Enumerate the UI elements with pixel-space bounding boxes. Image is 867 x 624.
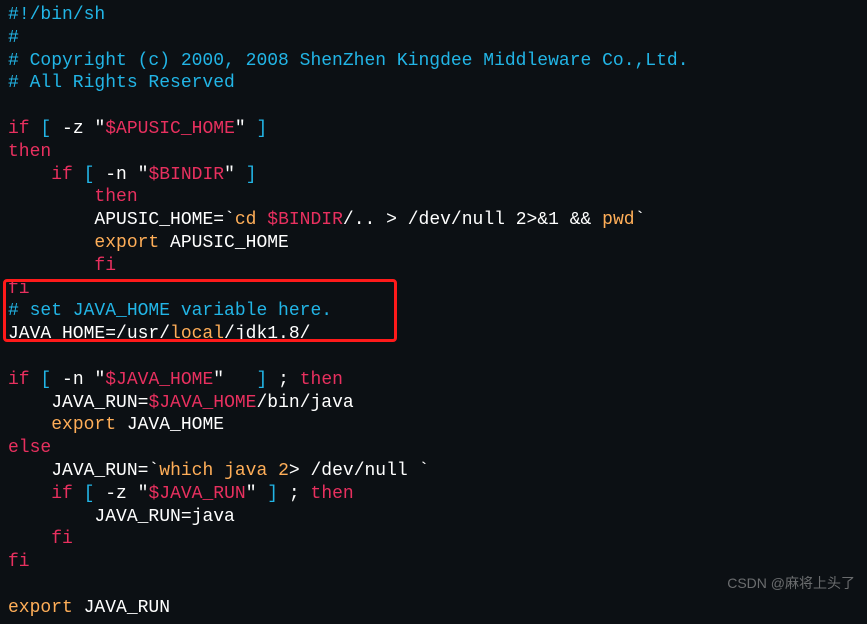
kw-then: then — [8, 142, 51, 162]
comment-copyright: # Copyright (c) 2000, 2008 ShenZhen King… — [8, 51, 689, 71]
sp — [224, 370, 246, 390]
export-java-home: JAVA_HOME — [116, 415, 224, 435]
kw-then: then — [300, 370, 343, 390]
kw-if: if — [51, 165, 73, 185]
kw-fi: fi — [94, 256, 116, 276]
dq: " — [213, 370, 224, 390]
watermark: CSDN @麻将上头了 — [727, 572, 855, 595]
bracket-close: ] — [246, 119, 268, 139]
eq: = — [213, 210, 224, 230]
bracket-close: ] — [235, 165, 257, 185]
bracket-open: [ — [40, 119, 62, 139]
java-run-name: JAVA_RUN — [51, 461, 137, 481]
flag-z: -z — [105, 484, 137, 504]
kw-if: if — [8, 370, 30, 390]
flag-z: -z — [62, 119, 94, 139]
bracket-close: ] — [246, 370, 268, 390]
which-java: which java 2 — [159, 461, 289, 481]
bin-java: /bin/java — [256, 393, 353, 413]
export-arg: APUSIC_HOME — [159, 233, 289, 253]
bt: ` — [148, 461, 159, 481]
code-block: #!/bin/sh # # Copyright (c) 2000, 2008 S… — [0, 0, 867, 624]
flag-n: -n — [62, 370, 94, 390]
java-run-name: JAVA_RUN — [51, 393, 137, 413]
eq: = — [138, 461, 149, 481]
apusic-assign: APUSIC_HOME — [94, 210, 213, 230]
kw-fi: fi — [51, 529, 73, 549]
cmd-pwd: pwd — [602, 210, 634, 230]
bracket-close: ] — [257, 484, 279, 504]
dq: " — [94, 370, 105, 390]
comment-allrights: # All Rights Reserved — [8, 73, 235, 93]
which-tail: > /dev/null — [289, 461, 419, 481]
bracket-open: [ — [84, 165, 106, 185]
cd-path: /.. > /dev/null 2>&1 && — [343, 210, 602, 230]
dq: " — [224, 165, 235, 185]
var-bindir: $BINDIR — [148, 165, 224, 185]
kw-if: if — [51, 484, 73, 504]
kw-if: if — [8, 119, 30, 139]
kw-then: then — [311, 484, 354, 504]
bt: ` — [419, 461, 430, 481]
dq: " — [138, 484, 149, 504]
java-home-prefix: =/usr/ — [105, 324, 170, 344]
bt: ` — [224, 210, 235, 230]
dq: " — [94, 119, 105, 139]
semi: ; — [278, 484, 310, 504]
dq: " — [246, 484, 257, 504]
kw-then: then — [94, 187, 137, 207]
dq: " — [138, 165, 149, 185]
shebang-hash: # — [8, 5, 19, 25]
kw-else: else — [8, 438, 51, 458]
comment-blank: # — [8, 28, 19, 48]
java-home-suffix: /jdk1.8/ — [224, 324, 310, 344]
bracket-open: [ — [40, 370, 62, 390]
local-seg: local — [170, 324, 224, 344]
var-apusic-home: $APUSIC_HOME — [105, 119, 235, 139]
bracket-open: [ — [84, 484, 106, 504]
kw-fi: fi — [8, 279, 30, 299]
var-java-run: $JAVA_RUN — [148, 484, 245, 504]
comment-setjava: # set JAVA_HOME variable here. — [8, 301, 332, 321]
java-run-name: JAVA_RUN — [94, 507, 180, 527]
var-java-home: $JAVA_HOME — [148, 393, 256, 413]
kw-export: export — [51, 415, 116, 435]
shebang-rest: !/bin/sh — [19, 5, 105, 25]
semi: ; — [267, 370, 299, 390]
var-java-home: $JAVA_HOME — [105, 370, 213, 390]
flag-n: -n — [105, 165, 137, 185]
cmd-cd: cd — [235, 210, 267, 230]
var-bindir: $BINDIR — [267, 210, 343, 230]
eq: = — [138, 393, 149, 413]
java-home-name: JAVA_HOME — [8, 324, 105, 344]
kw-export: export — [94, 233, 159, 253]
kw-fi: fi — [8, 552, 30, 572]
bt: ` — [635, 210, 646, 230]
java-lit: =java — [181, 507, 235, 527]
dq: " — [235, 119, 246, 139]
